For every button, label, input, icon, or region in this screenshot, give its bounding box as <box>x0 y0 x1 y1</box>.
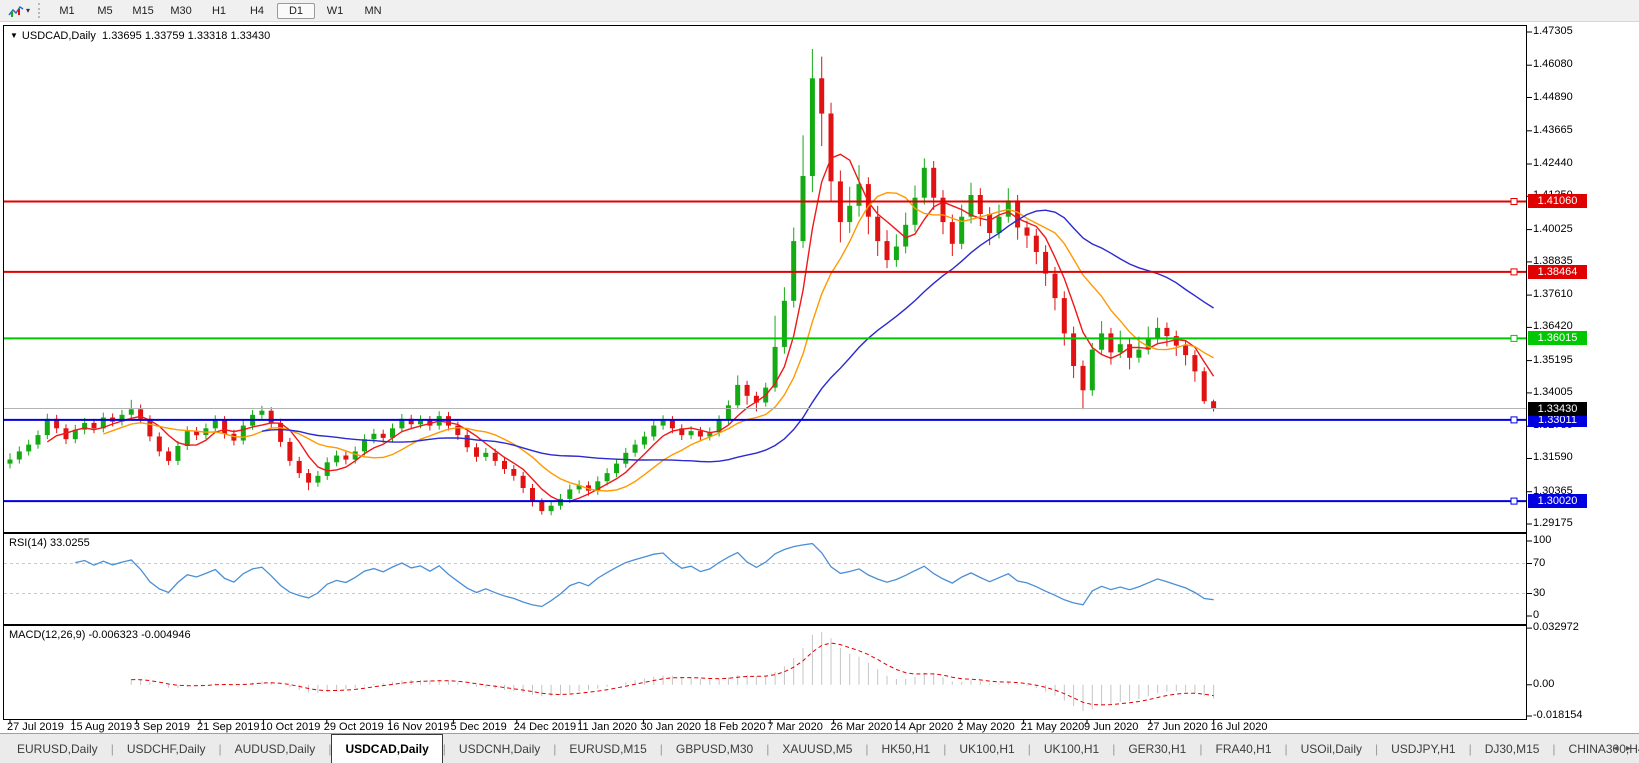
hline-price-tag: 1.30020 <box>1528 494 1587 508</box>
price-axis-label: 1.47305 <box>1533 25 1573 37</box>
date-axis-label: 16 Jul 2020 <box>1211 721 1268 733</box>
timeframe-button-m1[interactable]: M1 <box>49 3 85 19</box>
chart-tab-usdjpy-h1[interactable]: USDJPY,H1 <box>1378 734 1468 763</box>
chart-ohlc: 1.33695 1.33759 1.33318 1.33430 <box>102 30 270 42</box>
chart-tab-eurusd-m15[interactable]: EURUSD,M15 <box>556 734 659 763</box>
chart-tab-ger30-h1[interactable]: GER30,H1 <box>1115 734 1199 763</box>
date-axis-label: 5 Dec 2019 <box>450 721 506 733</box>
tab-scroll-left-icon[interactable]: ◂ <box>1613 743 1618 754</box>
macd-label: MACD(12,26,9) -0.006323 -0.004946 <box>9 629 191 641</box>
timeframe-button-w1[interactable]: W1 <box>317 3 353 19</box>
date-axis-label: 15 Aug 2019 <box>70 721 132 733</box>
rsi-panel <box>3 533 1527 625</box>
price-chart-panel <box>3 25 1527 533</box>
price-axis-label: 1.42440 <box>1533 157 1573 169</box>
timeframe-button-m15[interactable]: M15 <box>125 3 161 19</box>
date-axis-label: 26 Mar 2020 <box>831 721 893 733</box>
price-axis-label: 1.31590 <box>1533 451 1573 463</box>
toolbar-grip[interactable] <box>38 3 40 18</box>
price-axis-label: 1.43665 <box>1533 124 1573 136</box>
price-axis-label: 1.29175 <box>1533 517 1573 529</box>
chart-tab-fra40-h1[interactable]: FRA40,H1 <box>1202 734 1284 763</box>
collapse-arrow-icon[interactable]: ▼ <box>10 31 18 40</box>
chart-tab-bar: EURUSD,Daily|USDCHF,Daily|AUDUSD,Daily|U… <box>0 733 1639 763</box>
date-axis-label: 30 Jan 2020 <box>641 721 702 733</box>
date-axis-label: 9 Jun 2020 <box>1084 721 1138 733</box>
date-axis-label: 29 Oct 2019 <box>324 721 384 733</box>
chart-tab-usdcnh-daily[interactable]: USDCNH,Daily <box>446 734 553 763</box>
chart-tab-audusd-daily[interactable]: AUDUSD,Daily <box>222 734 329 763</box>
price-axis-label: 1.46080 <box>1533 58 1573 70</box>
macd-axis-label: 0.032972 <box>1533 621 1579 633</box>
rsi-axis-label: 30 <box>1533 587 1545 599</box>
date-axis-label: 24 Dec 2019 <box>514 721 576 733</box>
rsi-axis-label: 100 <box>1533 534 1551 546</box>
tab-scroll-arrows: ◂ ▸ <box>1613 734 1631 763</box>
chart-tab-xauusd-m5[interactable]: XAUUSD,M5 <box>769 734 865 763</box>
chart-tab-usoil-daily[interactable]: USOil,Daily <box>1288 734 1375 763</box>
date-axis-label: 2 May 2020 <box>957 721 1014 733</box>
current-price-tag: 1.33430 <box>1528 402 1587 416</box>
chart-tool-button[interactable]: ▾ <box>4 1 34 20</box>
timeframe-button-h1[interactable]: H1 <box>201 3 237 19</box>
chart-tab-eurusd-daily[interactable]: EURUSD,Daily <box>4 734 111 763</box>
mt4-window: ▾ M1M5M15M30H1H4D1W1MN ▼ USDCAD,Daily 1.3… <box>0 0 1639 763</box>
chart-tab-usdcad-daily[interactable]: USDCAD,Daily <box>331 734 442 763</box>
chart-tabs: EURUSD,Daily|USDCHF,Daily|AUDUSD,Daily|U… <box>0 734 1639 763</box>
rsi-label: RSI(14) 33.0255 <box>9 537 90 549</box>
date-axis-label: 14 Apr 2020 <box>894 721 953 733</box>
timeframe-button-d1[interactable]: D1 <box>277 3 315 19</box>
macd-panel <box>3 625 1527 720</box>
hline-price-tag: 1.36015 <box>1528 331 1587 345</box>
timeframe-button-m5[interactable]: M5 <box>87 3 123 19</box>
timeframe-buttons: M1M5M15M30H1H4D1W1MN <box>48 3 392 19</box>
price-axis-label: 1.37610 <box>1533 288 1573 300</box>
chart-tab-gbpusd-m30[interactable]: GBPUSD,M30 <box>663 734 766 763</box>
timeframe-button-m30[interactable]: M30 <box>163 3 199 19</box>
timeframe-button-mn[interactable]: MN <box>355 3 391 19</box>
rsi-axis-label: 0 <box>1533 609 1539 621</box>
chart-tab-dj30-m15[interactable]: DJ30,M15 <box>1472 734 1553 763</box>
date-axis-label: 27 Jun 2020 <box>1147 721 1208 733</box>
price-axis-label: 1.35195 <box>1533 354 1573 366</box>
date-axis-label: 21 May 2020 <box>1021 721 1085 733</box>
hline-price-tag: 1.38464 <box>1528 265 1587 279</box>
date-axis-label: 16 Nov 2019 <box>387 721 449 733</box>
date-axis-label: 18 Feb 2020 <box>704 721 766 733</box>
macd-axis-label: 0.00 <box>1533 678 1554 690</box>
date-axis-label: 10 Oct 2019 <box>260 721 320 733</box>
date-axis-label: 11 Jan 2020 <box>577 721 637 733</box>
chart-title: ▼ USDCAD,Daily 1.33695 1.33759 1.33318 1.… <box>10 30 270 42</box>
macd-axis-label: -0.018154 <box>1533 709 1583 721</box>
date-axis-label: 3 Sep 2019 <box>134 721 190 733</box>
price-axis-label: 1.44890 <box>1533 91 1573 103</box>
chart-tab-usdchf-daily[interactable]: USDCHF,Daily <box>114 734 219 763</box>
toolbar: ▾ M1M5M15M30H1H4D1W1MN <box>0 0 1639 22</box>
date-axis-label: 7 Mar 2020 <box>767 721 823 733</box>
price-axis-label: 1.40025 <box>1533 223 1573 235</box>
date-axis-label: 21 Sep 2019 <box>197 721 259 733</box>
timeframe-button-h4[interactable]: H4 <box>239 3 275 19</box>
date-axis-label: 27 Jul 2019 <box>7 721 64 733</box>
chart-tab-uk100-h1[interactable]: UK100,H1 <box>1031 734 1112 763</box>
price-axis-label: 1.34005 <box>1533 386 1573 398</box>
chart-tab-hk50-h1[interactable]: HK50,H1 <box>869 734 944 763</box>
caret-down-icon: ▾ <box>26 6 30 16</box>
tab-scroll-right-icon[interactable]: ▸ <box>1626 743 1631 754</box>
hline-price-tag: 1.41060 <box>1528 194 1587 208</box>
chart-line-icon <box>8 4 24 18</box>
chart-tab-uk100-h1[interactable]: UK100,H1 <box>946 734 1027 763</box>
chart-symbol: USDCAD,Daily <box>22 30 96 42</box>
rsi-axis-label: 70 <box>1533 557 1545 569</box>
